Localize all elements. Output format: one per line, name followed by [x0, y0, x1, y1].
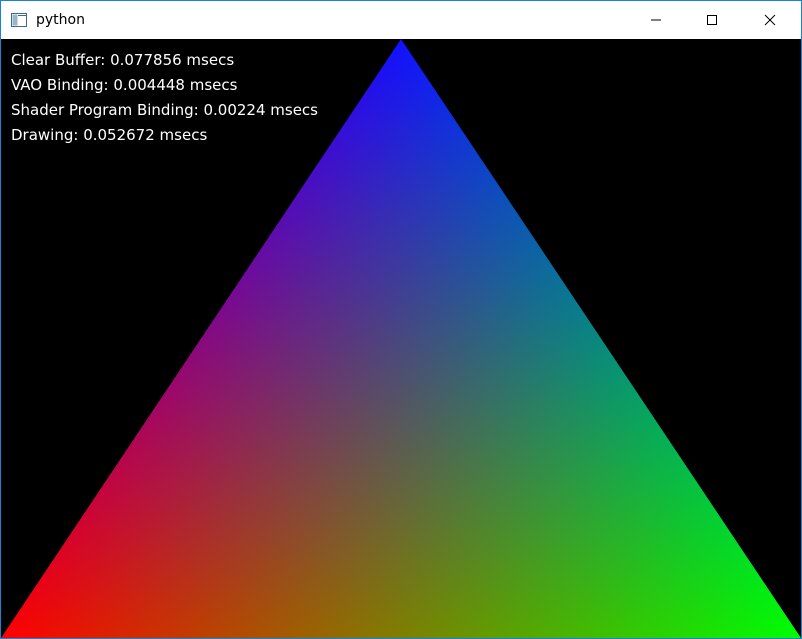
stat-drawing: Drawing: 0.052672 msecs [11, 126, 208, 144]
stat-clear-buffer: Clear Buffer: 0.077856 msecs [11, 51, 235, 69]
app-window-icon [11, 12, 27, 27]
timing-stats-overlay: Clear Buffer: 0.077856 msecs VAO Binding… [11, 48, 318, 148]
close-button[interactable] [747, 1, 793, 39]
maximize-icon [706, 11, 718, 30]
close-icon [764, 11, 776, 30]
app-window: python Clear Buffer: 0.077856 msecs VAO … [0, 0, 802, 639]
minimize-button[interactable] [633, 1, 679, 39]
title-bar[interactable]: python [1, 1, 801, 39]
minimize-icon [650, 11, 662, 30]
window-title: python [36, 12, 85, 28]
stat-vao-binding: VAO Binding: 0.004448 msecs [11, 76, 238, 94]
stat-shader-binding: Shader Program Binding: 0.00224 msecs [11, 101, 318, 119]
maximize-button[interactable] [689, 1, 735, 39]
opengl-viewport[interactable]: Clear Buffer: 0.077856 msecs VAO Binding… [1, 39, 801, 638]
